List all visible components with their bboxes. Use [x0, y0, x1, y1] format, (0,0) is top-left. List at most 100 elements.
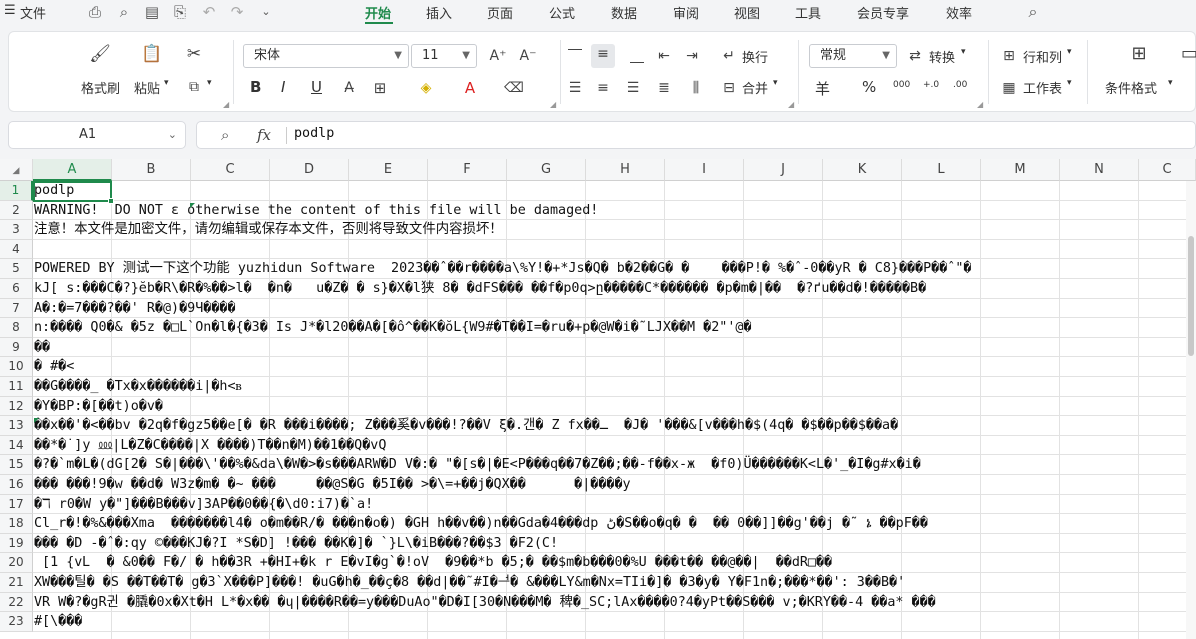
- column-header[interactable]: D: [270, 159, 349, 181]
- redo-icon[interactable]: ↷: [228, 3, 246, 21]
- fill-handle[interactable]: [108, 198, 114, 204]
- row-header[interactable]: 20: [0, 553, 33, 573]
- font-name-select[interactable]: 宋体 ▼: [243, 44, 409, 68]
- decrease-font-icon[interactable]: A⁻: [517, 46, 539, 66]
- row-header[interactable]: 22: [0, 592, 33, 613]
- font-color-icon[interactable]: A: [459, 78, 481, 98]
- cell-text-row-15[interactable]: �?�`m�L�(dG[2� S�|���\'��%�&da\�W�>�s���…: [34, 455, 1184, 475]
- cell-text-row-20[interactable]: [1 {vԼ � &0�� F�/ � h��3R +�HI+�k r E�vI…: [34, 553, 1184, 573]
- tab-view[interactable]: 视图: [734, 3, 760, 22]
- justify-icon[interactable]: ≣: [654, 78, 674, 98]
- tab-insert[interactable]: 插入: [426, 3, 452, 22]
- convert-button[interactable]: 转换: [929, 47, 955, 66]
- tab-data[interactable]: 数据: [611, 3, 637, 22]
- column-header[interactable]: C: [191, 159, 270, 181]
- cell-text-row-9[interactable]: ��: [34, 338, 1184, 358]
- decrease-decimal-button[interactable]: .00: [953, 80, 967, 90]
- convert-dropdown-icon[interactable]: ▾: [961, 47, 966, 57]
- print-preview-icon[interactable]: ⎘: [171, 3, 189, 21]
- cell-text-row-4[interactable]: [34, 240, 1184, 260]
- tab-review[interactable]: 审阅: [673, 3, 699, 22]
- row-header[interactable]: 2: [0, 200, 33, 221]
- format-painter-button[interactable]: 格式刷: [81, 78, 120, 97]
- row-header[interactable]: 1: [0, 181, 33, 201]
- worksheet-icon[interactable]: ▦: [999, 78, 1019, 98]
- cell-text-row-2[interactable]: WARNING! DO NOT ε otherwise the content …: [34, 201, 1184, 221]
- conditional-format-icon[interactable]: ⊞: [1127, 44, 1151, 64]
- copy-dropdown-icon[interactable]: ▾: [207, 78, 212, 88]
- column-header[interactable]: N: [1060, 159, 1139, 181]
- save-icon[interactable]: ⎙: [86, 3, 104, 21]
- clipboard-launcher-icon[interactable]: ◢: [223, 100, 229, 109]
- font-size-select[interactable]: 11 ▼: [411, 44, 477, 68]
- cell-text-row-8[interactable]: n:���� Q0�& �5z �□L`On�l�{�3� Is J*�l20�…: [34, 318, 1184, 338]
- format-painter-icon[interactable]: 🖌: [89, 44, 111, 64]
- formula-input[interactable]: podlp: [294, 126, 334, 141]
- strikethrough-icon[interactable]: A̶: [339, 78, 359, 98]
- cell-text-row-13[interactable]: ��x��'�<��bv �2q�f�gz5��e[� �R ���i����;…: [34, 416, 1184, 436]
- copy-icon[interactable]: ⧉: [183, 77, 205, 97]
- cell-text-row-11[interactable]: ��G����_ �Tx�x������i|�h<ᏼ: [34, 377, 1184, 397]
- error-indicator-icon[interactable]: [190, 203, 195, 208]
- column-header[interactable]: J: [744, 159, 823, 181]
- border-icon[interactable]: ⊞: [369, 78, 391, 98]
- table-style-icon[interactable]: ▭: [1181, 44, 1196, 64]
- cell-text-row-16[interactable]: ��� ���!9�w ��d� W3z�m� �~ ��� ��@S�G �5…: [34, 475, 1184, 495]
- hamburger-icon[interactable]: ☰: [4, 3, 16, 18]
- row-header[interactable]: 18: [0, 514, 33, 534]
- tab-efficiency[interactable]: 效率: [946, 3, 972, 22]
- align-middle-icon[interactable]: ≡: [591, 44, 615, 68]
- conditional-format-button[interactable]: 条件格式: [1105, 78, 1157, 97]
- scrollbar-thumb[interactable]: [1188, 236, 1194, 356]
- row-header[interactable]: 15: [0, 455, 33, 475]
- convert-icon[interactable]: ⇄: [905, 46, 925, 66]
- tab-formula[interactable]: 公式: [549, 3, 575, 22]
- spreadsheet-grid[interactable]: ◢ ABCDEFGHIJKLMNC 1 podlp 2 WARNING! DO NOT…: [0, 159, 1196, 639]
- wrap-text-icon[interactable]: ↵: [719, 46, 739, 66]
- row-header[interactable]: 17: [0, 494, 33, 515]
- column-header[interactable]: F: [428, 159, 507, 181]
- column-header[interactable]: B: [112, 159, 191, 181]
- column-header[interactable]: H: [586, 159, 665, 181]
- row-header[interactable]: 16: [0, 475, 33, 495]
- worksheet-dropdown-icon[interactable]: ▾: [1067, 78, 1072, 88]
- row-header[interactable]: 8: [0, 318, 33, 338]
- row-header[interactable]: 5: [0, 259, 33, 279]
- cell-text-row-17[interactable]: �ℸ r0�W y�"]���B���v]3AP��0��{�\d0:i7)�`…: [34, 495, 1184, 515]
- row-header[interactable]: 12: [0, 396, 33, 417]
- column-header[interactable]: E: [349, 159, 428, 181]
- number-launcher-icon[interactable]: ◢: [977, 100, 983, 109]
- currency-button[interactable]: 羊: [815, 78, 830, 99]
- print-icon[interactable]: ▤: [143, 3, 161, 21]
- paste-button[interactable]: 粘贴: [134, 78, 160, 97]
- decrease-indent-icon[interactable]: ⇤: [654, 46, 674, 66]
- percent-button[interactable]: %: [862, 78, 876, 96]
- fill-color-icon[interactable]: ◈: [415, 78, 437, 98]
- cell-text-row-23[interactable]: #[\���: [34, 612, 1184, 632]
- column-header[interactable]: M: [981, 159, 1060, 181]
- chevron-down-icon[interactable]: ⌄: [168, 122, 177, 148]
- search-icon[interactable]: ⌕: [1024, 3, 1042, 21]
- column-header[interactable]: K: [823, 159, 902, 181]
- menu-file[interactable]: 文件: [20, 3, 46, 22]
- quick-access-dropdown-icon[interactable]: ⌄: [257, 3, 275, 21]
- cell-text-row-6[interactable]: kJ[ s:���C�?}ĕb�R\�R�%��>l� �n� u�Z� � s…: [34, 279, 1184, 299]
- column-header[interactable]: I: [665, 159, 744, 181]
- cut-icon[interactable]: ✂: [183, 44, 205, 64]
- alignment-launcher-icon[interactable]: ◢: [788, 100, 794, 109]
- merge-icon[interactable]: ⊟: [719, 78, 739, 98]
- cell-text-row-1[interactable]: podlp: [34, 181, 1184, 201]
- row-header[interactable]: 7: [0, 298, 33, 319]
- cell-text-row-21[interactable]: XW���틸� �S ��T��T� g�3`X���P]���! �uG�h�…: [34, 573, 1184, 593]
- cell-text-row-5[interactable]: POWERED BY 测试一下这个功能 yuzhidun Software 20…: [34, 259, 1184, 279]
- cell-text-row-18[interactable]: Cl_r�!�%&���Xma �������l4� o�m��R/� ���n…: [34, 514, 1184, 534]
- undo-icon[interactable]: ↶: [200, 3, 218, 21]
- align-left-icon[interactable]: ☰: [565, 78, 585, 98]
- increase-indent-icon[interactable]: ⇥: [682, 46, 702, 66]
- paste-dropdown-icon[interactable]: ▾: [164, 78, 169, 88]
- worksheet-button[interactable]: 工作表: [1023, 78, 1062, 97]
- clear-format-icon[interactable]: ⌫: [503, 78, 525, 98]
- row-header[interactable]: 4: [0, 239, 33, 260]
- row-header[interactable]: 21: [0, 573, 33, 593]
- cell-text-row-12[interactable]: �Y�BP:�[��t)o�v�: [34, 397, 1184, 417]
